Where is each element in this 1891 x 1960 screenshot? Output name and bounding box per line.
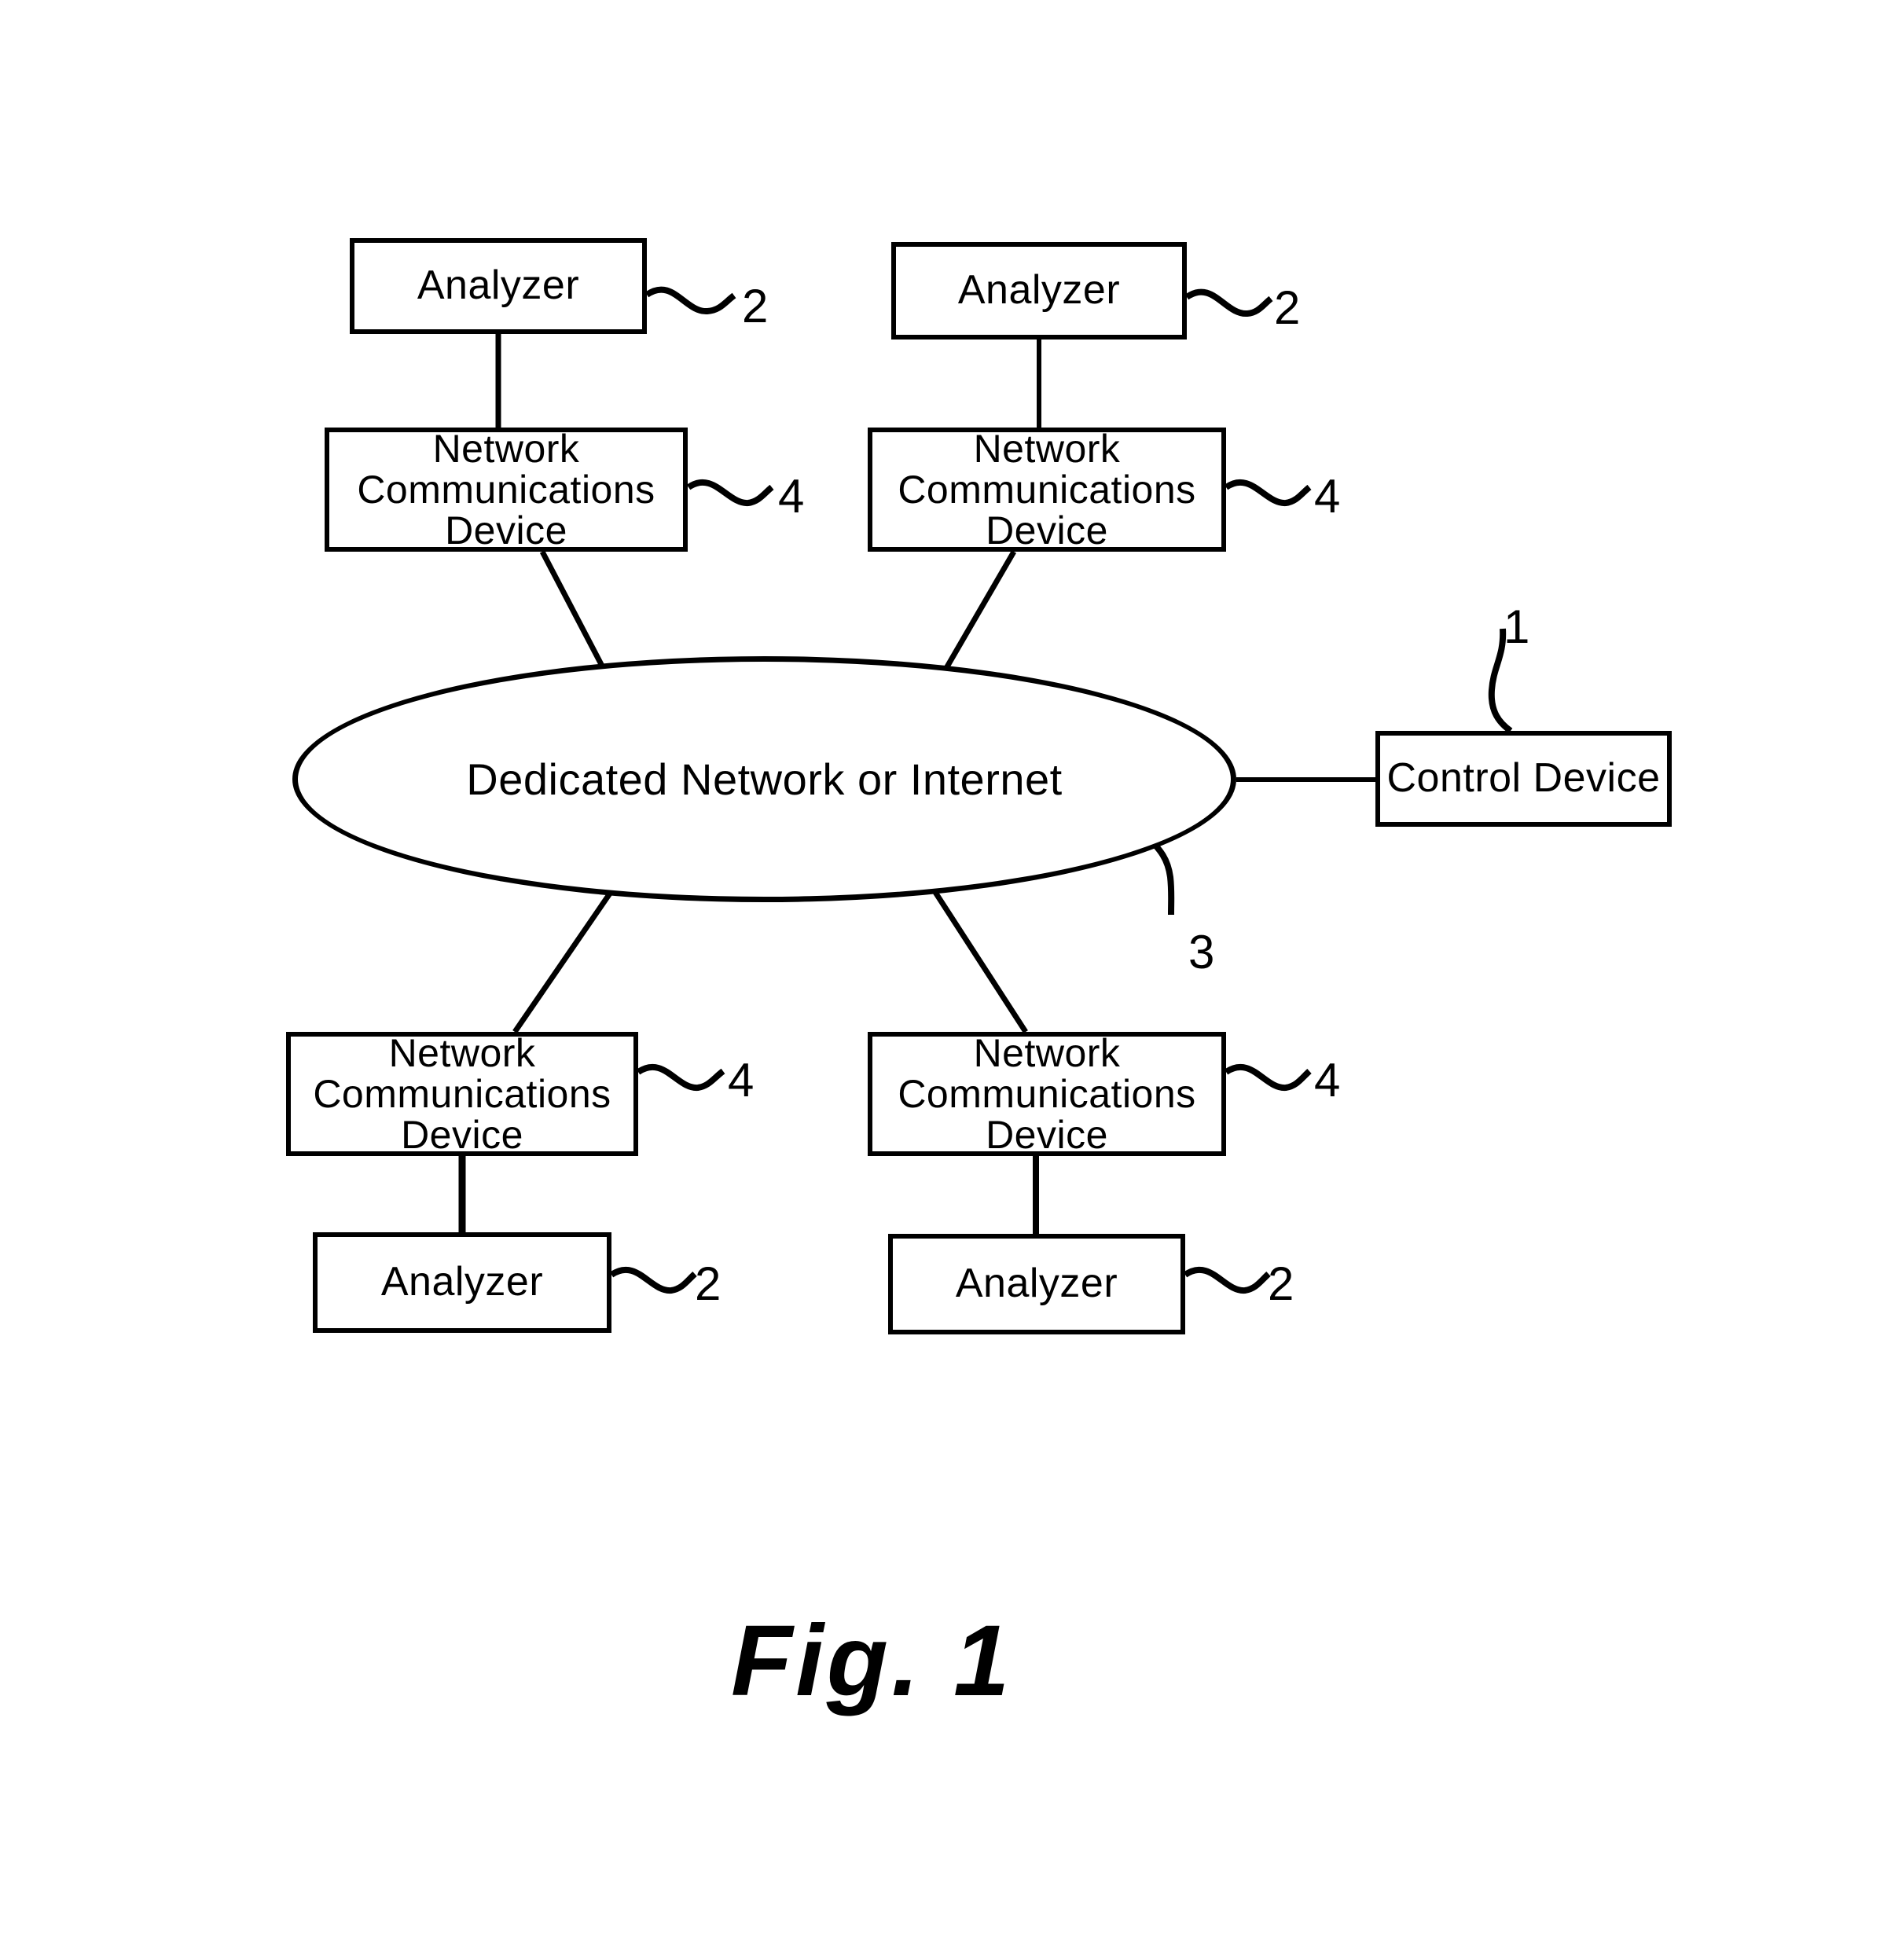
- network-communications-device-bottom-right-label: Network Communications Device: [898, 1031, 1196, 1157]
- reference-numeral-control-device: 1: [1504, 600, 1530, 653]
- network-communications-device-top-left-label: Network Communications Device: [357, 427, 655, 552]
- network-communications-device-top-right-box[interactable]: Network Communications Device: [868, 428, 1226, 552]
- reference-numeral-analyzer-top-left: 2: [742, 280, 769, 332]
- analyzer-bottom-right-label: Analyzer: [955, 1261, 1118, 1307]
- analyzer-top-left-label: Analyzer: [417, 262, 580, 309]
- connector-network-ncd-bottom-left: [512, 887, 615, 1033]
- network-communications-device-bottom-right-box[interactable]: Network Communications Device: [868, 1032, 1226, 1156]
- analyzer-top-right-box[interactable]: Analyzer: [891, 242, 1187, 340]
- leader-ncd-bottom-left: [636, 1063, 725, 1091]
- analyzer-bottom-left-box[interactable]: Analyzer: [313, 1232, 611, 1333]
- leader-ncd-bottom-right: [1224, 1063, 1312, 1091]
- reference-numeral-analyzer-top-right: 2: [1274, 281, 1301, 334]
- reference-numeral-network: 3: [1188, 926, 1215, 978]
- control-device-box[interactable]: Control Device: [1375, 731, 1672, 827]
- leader-analyzer-top-right: [1184, 288, 1273, 317]
- reference-numeral-ncd-bottom-right: 4: [1314, 1054, 1341, 1107]
- connector-ncd-network-top-left: [539, 550, 608, 674]
- network-communications-device-top-right-label: Network Communications Device: [898, 427, 1196, 552]
- leader-analyzer-top-left: [644, 286, 736, 314]
- leader-ncd-top-left: [686, 479, 774, 506]
- reference-numeral-analyzer-bottom-right: 2: [1268, 1257, 1294, 1310]
- network-communications-device-top-left-box[interactable]: Network Communications Device: [325, 428, 688, 552]
- leader-analyzer-bottom-right: [1183, 1266, 1271, 1294]
- network-cloud: Dedicated Network or Internet: [292, 656, 1236, 902]
- connector-ncd-network-top-right: [940, 550, 1017, 675]
- reference-numeral-ncd-top-left: 4: [778, 470, 805, 523]
- network-communications-device-bottom-left-box[interactable]: Network Communications Device: [286, 1032, 638, 1156]
- reference-numeral-ncd-bottom-left: 4: [728, 1054, 755, 1107]
- network-cloud-label: Dedicated Network or Internet: [466, 754, 1063, 804]
- analyzer-top-right-label: Analyzer: [957, 267, 1121, 314]
- leader-analyzer-bottom-left: [609, 1266, 697, 1294]
- control-device-label: Control Device: [1386, 755, 1661, 802]
- leader-ncd-top-right: [1224, 479, 1312, 506]
- connector-network-ncd-bottom-right: [927, 881, 1028, 1033]
- network-communications-device-bottom-left-label: Network Communications Device: [313, 1031, 611, 1157]
- reference-numeral-ncd-top-right: 4: [1314, 470, 1341, 523]
- reference-numeral-analyzer-bottom-left: 2: [695, 1257, 722, 1310]
- analyzer-bottom-right-box[interactable]: Analyzer: [888, 1234, 1185, 1334]
- figure-caption: Fig. 1: [731, 1605, 1013, 1717]
- figure-page: Dedicated Network or Internet Analyzer N…: [0, 0, 1891, 1960]
- analyzer-top-left-box[interactable]: Analyzer: [350, 238, 647, 334]
- analyzer-bottom-left-label: Analyzer: [380, 1259, 544, 1305]
